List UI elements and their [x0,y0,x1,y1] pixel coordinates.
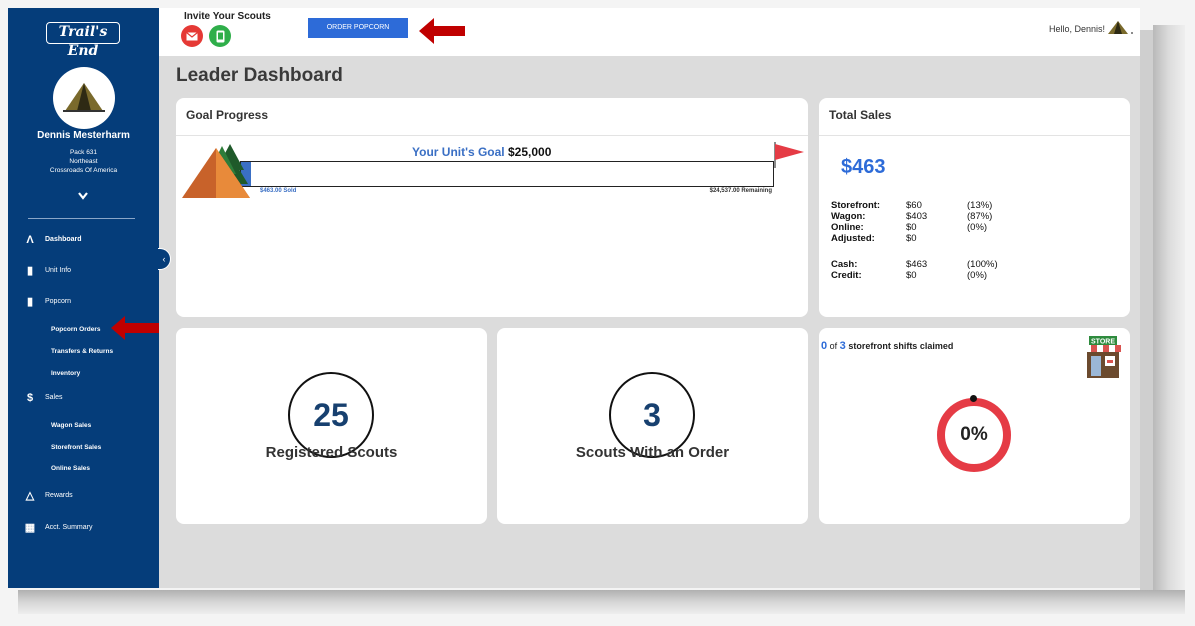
shifts-claimed: 0 [821,340,828,352]
goal-remaining: $24,537.00 Remaining [709,188,772,194]
goal-progress-card: Goal Progress Your Unit's Goal $25,000 $… [176,98,808,317]
sales-label: Adjusted: [831,233,875,244]
sidebar-item-popcorn-orders[interactable]: Popcorn Orders [51,324,100,336]
tent-icon [63,83,105,112]
shifts-percent: 0% [960,424,988,445]
sales-percent: (0%) [967,222,988,233]
envelope-icon [186,31,198,40]
sidebar-item-wagon-sales[interactable]: Wagon Sales [51,420,91,432]
annotation-arrow-left [111,316,159,340]
chevron-down-icon[interactable] [76,190,90,202]
sales-value: $463 [906,259,928,270]
shifts-suffix: storefront shifts claimed [848,341,954,351]
finish-flag-icon [774,142,804,168]
sales-value: $0 [906,270,917,281]
unit-label: Pack 631 [69,149,98,156]
sales-value: $403 [906,211,928,222]
annotation-arrow-left [419,18,465,44]
sales-value: $0 [906,233,917,244]
email-invite-button[interactable] [181,25,203,47]
frame-shadow-bottom [18,590,1185,614]
store-icon: STORE [1085,336,1121,378]
calculator-icon: ▦ [24,522,36,534]
sidebar-item-rewards[interactable]: △ Rewards [24,489,73,503]
sidebar-item-label: Unit Info [45,267,72,274]
shifts-total: 3 [839,340,846,352]
sales-percent: (0%) [967,270,988,281]
storefront-shifts-card[interactable]: 0 of 3 storefront shifts claimed STORE 0… [819,328,1130,524]
sidebar-item-acct-summary[interactable]: ▦ Acct. Summary [24,521,93,535]
goal-sold: $463.00 Sold [260,188,297,194]
shifts-of: of [829,341,838,351]
popcorn-icon: ▮ [26,296,34,308]
tent-trees-icon [182,144,250,198]
sidebar: Trail's End Dennis Mesterharm Pack 631 N… [8,8,159,588]
total-sales-header: Total Sales [819,98,1130,136]
sidebar-item-transfers-returns[interactable]: Transfers & Returns [51,346,113,358]
registered-scouts-card[interactable]: 25 Registered Scouts [176,328,487,524]
sidebar-item-dashboard[interactable]: Λ Dashboard [24,233,82,247]
region-label: Northeast [69,158,98,165]
sidebar-item-online-sales[interactable]: Online Sales [51,463,90,475]
invite-label: Invite Your Scouts [184,11,271,22]
sales-label: Online: [831,222,864,233]
shifts-progress-ring: 0% [937,398,1011,472]
unit-icon: ▮ [26,265,34,277]
sales-label: Wagon: [831,211,866,222]
user-menu-tent-icon[interactable] [1107,20,1135,36]
frame-shadow-right [1153,25,1185,610]
goal-amount: $25,000 [507,145,552,159]
trophy-icon: △ [25,490,35,502]
sidebar-item-label: Popcorn [45,298,72,305]
sales-percent: (87%) [967,211,993,222]
sales-value: $0 [906,222,917,233]
progress-ring-marker [970,395,977,402]
sidebar-divider [28,218,135,219]
sales-label: Storefront: [831,200,881,211]
app-window: Trail's End Dennis Mesterharm Pack 631 N… [8,8,1140,588]
sidebar-item-unit-info[interactable]: ▮ Unit Info [24,264,71,278]
sales-percent: (13%) [967,200,993,211]
top-bar: Invite Your Scouts ORDER POPCORN Hello, … [159,8,1140,56]
sales-value: $60 [906,200,922,211]
council-label: Crossroads Of America [49,167,118,174]
sidebar-item-label: Sales [45,394,63,401]
tent-outline-icon: Λ [26,234,34,246]
phone-icon [216,30,224,42]
registered-scouts-label: Registered Scouts [265,444,398,461]
sidebar-item-popcorn[interactable]: ▮ Popcorn [24,295,71,309]
trails-end-logo[interactable]: Trail's End [46,22,120,59]
goal-progress-bar [240,161,774,187]
total-sales-card: Total Sales $463 Storefront: $60 (13%) W… [819,98,1130,317]
sidebar-item-storefront-sales[interactable]: Storefront Sales [51,442,101,454]
sidebar-item-label: Dashboard [45,236,82,243]
text-invite-button[interactable] [209,25,231,47]
sales-percent: (100%) [967,259,998,270]
page-title: Leader Dashboard [176,65,343,86]
avatar[interactable] [53,67,115,129]
frame-shadow [1140,30,1154,590]
scouts-with-order-label: Scouts With an Order [575,444,730,461]
sidebar-item-label: Rewards [45,492,73,499]
shifts-claimed-text: 0 of 3 storefront shifts claimed [821,340,953,352]
goal-label-text: Your Unit's Goal [412,145,505,159]
sales-label: Cash: [831,259,858,270]
sidebar-item-label: Acct. Summary [45,524,93,531]
goal-label: Your Unit's Goal $25,000 [412,145,551,159]
scouts-with-order-card[interactable]: 3 Scouts With an Order [497,328,808,524]
dollar-icon: $ [26,392,34,404]
sales-label: Credit: [831,270,862,281]
sidebar-item-inventory[interactable]: Inventory [51,368,80,380]
greeting: Hello, Dennis! [1048,24,1105,34]
goal-progress-header: Goal Progress [176,98,808,136]
sidebar-collapse-button[interactable]: ‹ [158,248,171,270]
user-name: Dennis Mesterharm [37,130,130,141]
total-sales-amount: $463 [841,156,886,178]
store-sign-text: STORE [1091,339,1115,346]
sidebar-item-sales[interactable]: $ Sales [24,391,63,405]
order-popcorn-button[interactable]: ORDER POPCORN [308,18,408,38]
